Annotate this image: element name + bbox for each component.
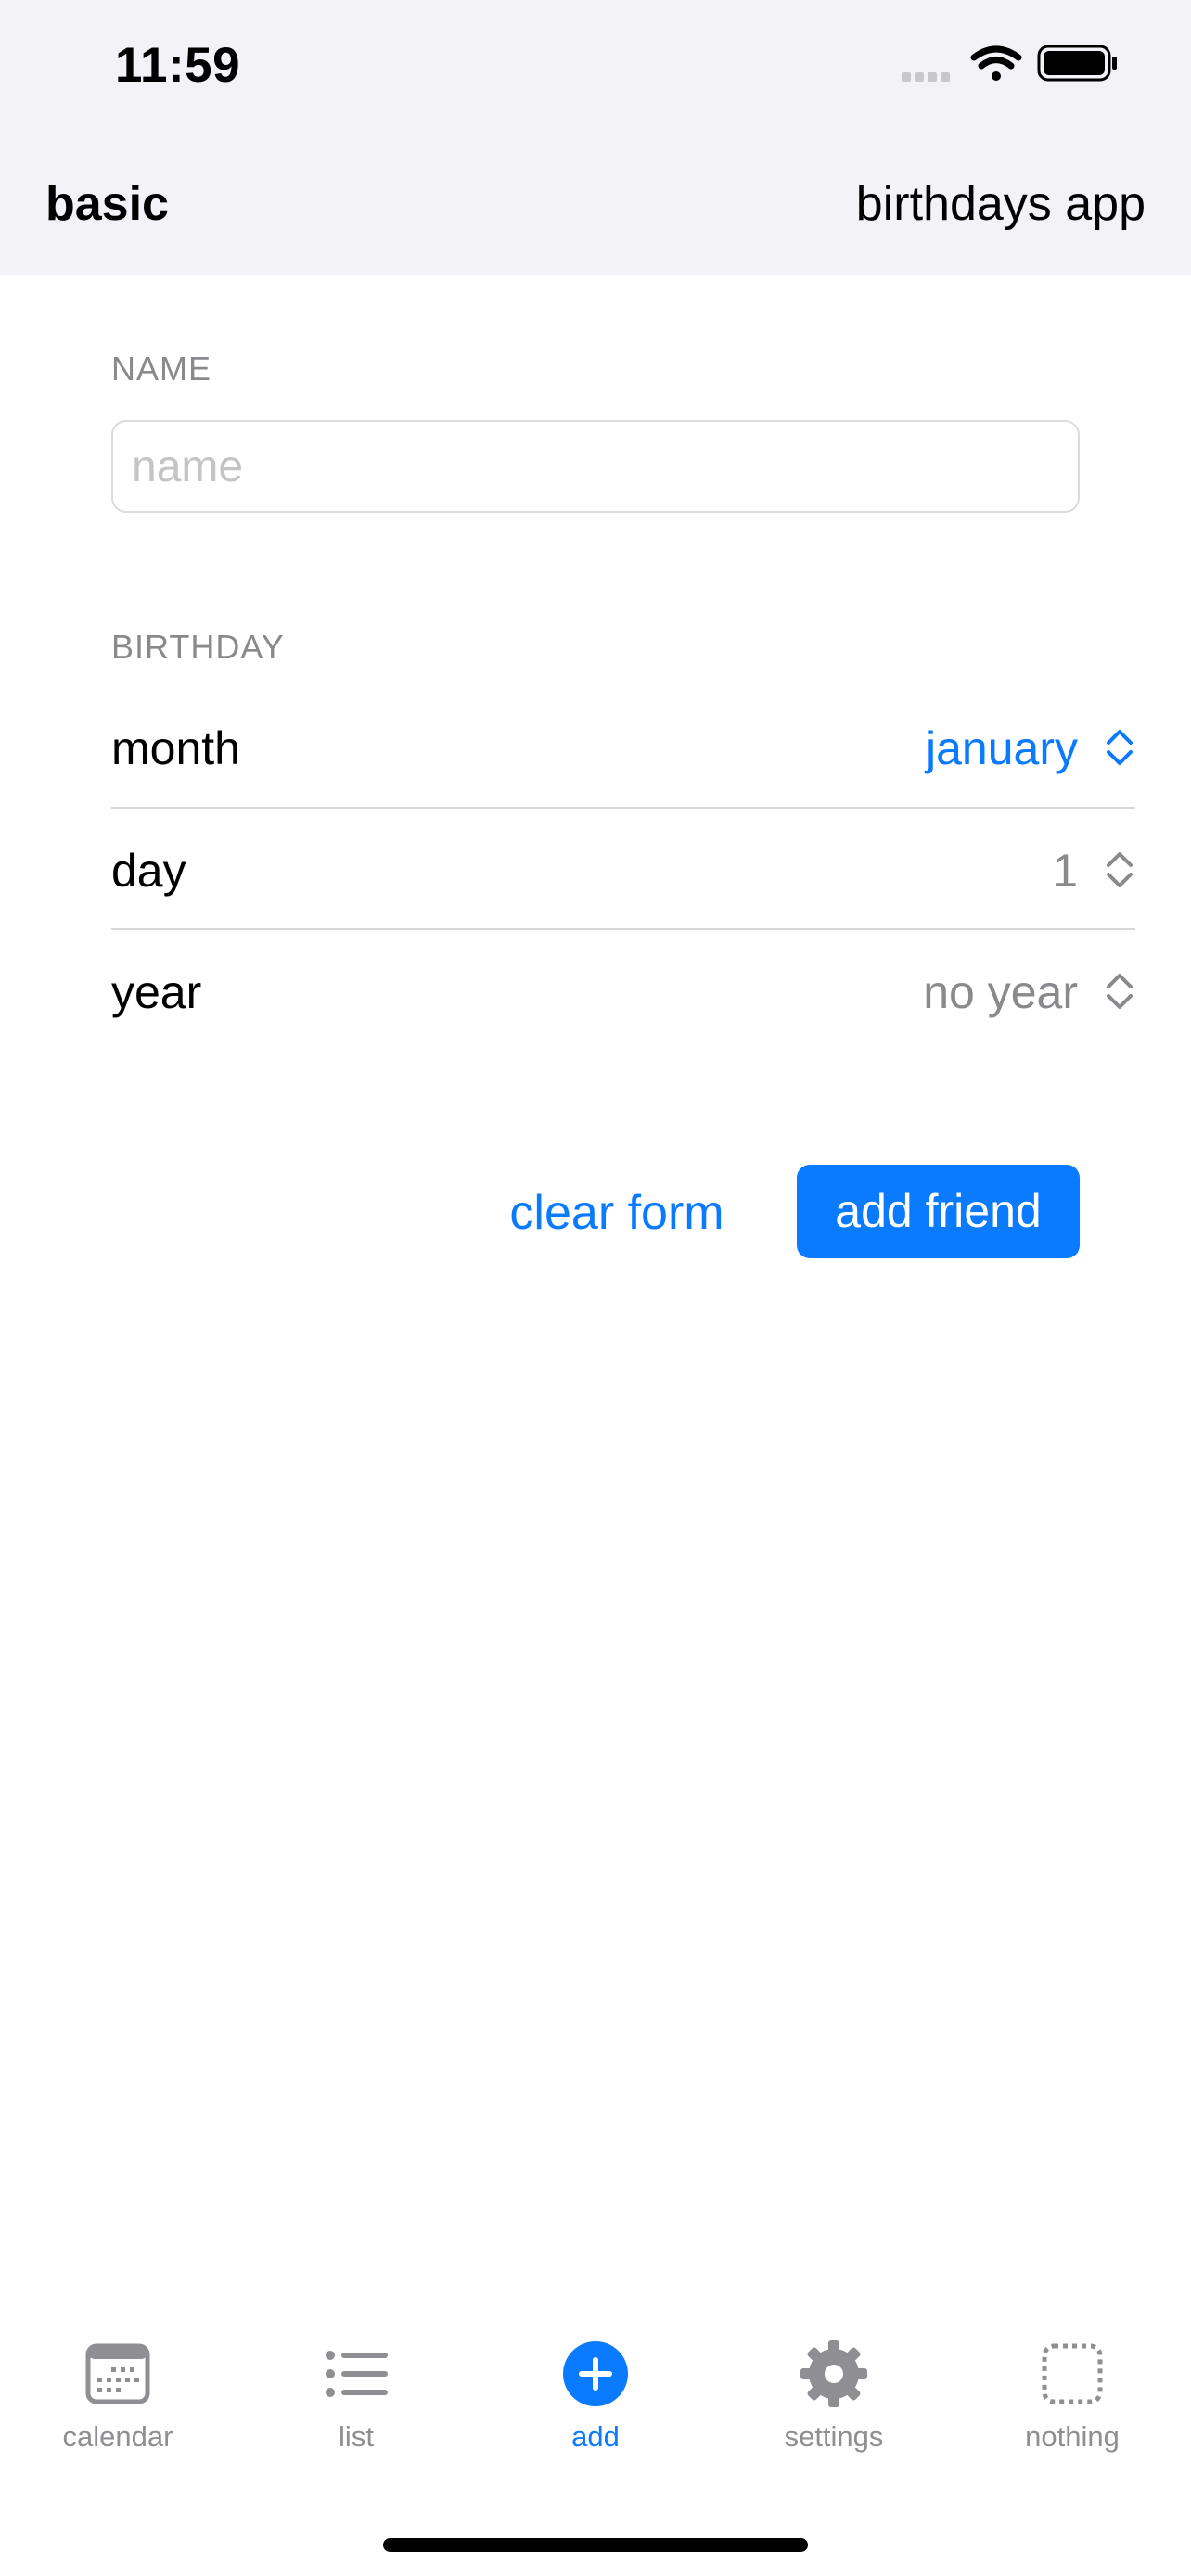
gear-icon [800, 2340, 867, 2407]
calendar-icon [85, 2343, 150, 2404]
nav-title-right: birthdays app [855, 177, 1146, 231]
home-indicator[interactable] [383, 2538, 808, 2552]
tab-settings[interactable]: settings [723, 2337, 945, 2485]
add-friend-button[interactable]: add friend [797, 1165, 1080, 1258]
tab-list[interactable]: list [245, 2337, 467, 2485]
day-value[interactable]: 1 [1052, 844, 1078, 898]
status-time: 11:59 [115, 38, 241, 93]
tab-bar: calendar list add settings nothing [0, 2337, 1191, 2504]
battery-icon [1037, 45, 1117, 82]
birthday-section-label: BIRTHDAY [111, 628, 285, 666]
year-value[interactable]: no year [923, 965, 1078, 1019]
tab-label: settings [784, 2420, 884, 2453]
chevron-up-down-icon [1107, 730, 1133, 765]
chevron-up-down-icon [1107, 974, 1133, 1009]
month-row[interactable]: month january [111, 686, 1135, 809]
dashed-square-icon [1042, 2343, 1103, 2404]
tab-label: add [571, 2420, 620, 2453]
name-input[interactable] [111, 420, 1080, 513]
top-bar: 11:59 basic birthdays app [0, 0, 1191, 275]
cellular-icon [902, 72, 950, 82]
month-label: month [111, 722, 240, 774]
day-label: day [111, 845, 186, 897]
plus-circle-icon [563, 2341, 628, 2406]
chevron-up-down-icon [1107, 852, 1133, 887]
tab-label: calendar [62, 2420, 173, 2453]
nav-title-left: basic [45, 177, 169, 231]
wifi-icon [970, 45, 1022, 81]
name-section-label: NAME [111, 350, 212, 388]
status-icons [902, 45, 1117, 82]
list-icon [326, 2351, 388, 2397]
year-label: year [111, 966, 202, 1018]
tab-label: list [339, 2420, 374, 2453]
tab-nothing[interactable]: nothing [961, 2337, 1184, 2485]
month-value[interactable]: january [926, 721, 1078, 775]
year-row[interactable]: year no year [111, 930, 1135, 1052]
day-row[interactable]: day 1 [111, 809, 1135, 931]
tab-add[interactable]: add [484, 2337, 707, 2485]
clear-form-button[interactable]: clear form [501, 1167, 733, 1259]
tab-label: nothing [1025, 2420, 1120, 2453]
tab-calendar[interactable]: calendar [6, 2337, 229, 2485]
